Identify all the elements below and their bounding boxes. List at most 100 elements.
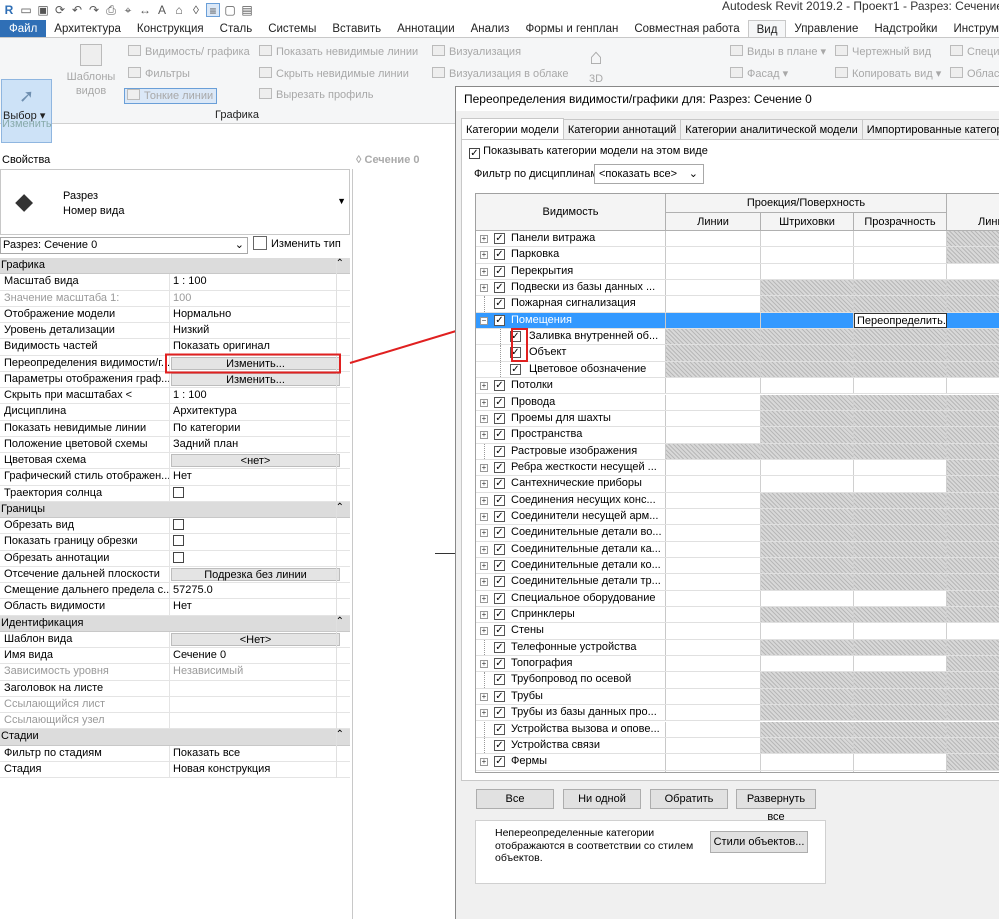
category-row[interactable]: + ✓ Пространства [476, 427, 999, 444]
render-cloud-button[interactable]: Визуализация в облаке [432, 67, 569, 81]
expand-icon[interactable]: + [480, 562, 488, 570]
section-icon[interactable]: ◊ [189, 3, 203, 17]
visibility-checkbox[interactable]: ✓ [494, 233, 505, 244]
expand-icon[interactable]: + [480, 709, 488, 718]
override-cell[interactable] [854, 459, 947, 476]
category-row[interactable]: + ✓ Ребра жесткости несущей ... [476, 459, 999, 477]
override-cell[interactable] [854, 476, 947, 492]
visibility-checkbox[interactable]: ✓ [494, 429, 505, 441]
visibility-checkbox[interactable]: ✓ [494, 510, 505, 522]
override-cell[interactable] [666, 263, 761, 280]
show-hidden-lines-button[interactable]: Показать невидимые линии [259, 45, 418, 59]
category-row[interactable]: + ✓ Соединения несущих конс... [476, 492, 999, 509]
prop-value[interactable]: Подрезка без линии [170, 567, 350, 582]
prop-group-0[interactable]: Графика ⌃ [0, 258, 350, 275]
override-cell[interactable] [666, 541, 761, 557]
visibility-checkbox[interactable]: ✓ [494, 609, 505, 621]
visibility-checkbox[interactable]: ✓ [494, 412, 505, 424]
override-cell[interactable] [761, 247, 854, 263]
prop-value[interactable]: Нет [170, 599, 350, 614]
override-cell[interactable] [666, 280, 761, 296]
drawing-area[interactable] [352, 169, 455, 919]
prop-group-1[interactable]: Границы ⌃ [0, 501, 350, 518]
dialog-tab-3[interactable]: Импортированные категории [861, 119, 999, 140]
render-button[interactable]: Визуализация [432, 45, 521, 59]
visibility-checkbox[interactable]: ✓ [494, 314, 505, 326]
override-cell[interactable] [761, 231, 854, 247]
prop-value-button[interactable]: <нет> [171, 454, 340, 467]
visibility-checkbox[interactable]: ✓ [494, 560, 505, 571]
category-row[interactable]: ✓ Цветовое обозначение [476, 361, 999, 379]
visibility-checkbox[interactable]: ✓ [494, 576, 505, 588]
visibility-checkbox[interactable]: ✓ [494, 690, 505, 702]
object-styles-button[interactable]: Стили объектов... [710, 831, 808, 853]
category-row[interactable]: + ✓ Трубы [476, 688, 999, 706]
col-hatch[interactable]: Штриховки [761, 213, 854, 231]
prop-value[interactable]: Показать все [170, 746, 350, 761]
override-cell[interactable] [666, 427, 761, 443]
visibility-checkbox[interactable]: ✓ [494, 674, 505, 686]
prop-value-button[interactable]: Изменить... [171, 372, 340, 386]
thin-lines-button[interactable]: Тонкие линии [124, 88, 218, 104]
expand-icon[interactable]: + [480, 267, 488, 276]
expand-icon[interactable]: + [480, 660, 488, 669]
expand-all-button[interactable]: Развернуть все [736, 789, 816, 823]
category-row[interactable]: +✓Фермы [476, 770, 999, 772]
category-row[interactable]: + ✓ Парковка [476, 247, 999, 264]
override-cell[interactable] [854, 754, 947, 770]
category-row[interactable]: + ✓ Соединительные детали во... [476, 525, 999, 542]
category-row[interactable]: − ✓ Помещения Переопределить... [476, 312, 999, 330]
override-cell[interactable] [666, 623, 761, 639]
visibility-checkbox[interactable]: ✓ [494, 592, 505, 604]
override-cell[interactable] [666, 705, 761, 721]
view-templates-button[interactable]: Шаблоны видов [60, 44, 122, 98]
prop-value[interactable]: Задний план [170, 437, 350, 452]
override-cell[interactable] [854, 231, 947, 247]
override-cell[interactable] [854, 378, 947, 394]
override-cell[interactable] [666, 394, 761, 410]
expand-icon[interactable]: + [480, 382, 488, 391]
prop-value[interactable]: Нет [170, 469, 350, 484]
override-cell[interactable] [666, 574, 761, 590]
visibility-checkbox[interactable]: ✓ [494, 625, 505, 637]
category-row[interactable]: + ✓ Специальное оборудование [476, 590, 999, 608]
tab-13[interactable]: Инструменты [945, 20, 999, 37]
expand-icon[interactable]: + [480, 251, 488, 260]
col-lines-cut[interactable]: Лини [978, 213, 999, 231]
override-cell[interactable] [761, 378, 854, 394]
prop-checkbox[interactable] [173, 519, 184, 530]
category-row[interactable]: + ✓ Потолки [476, 378, 999, 395]
prop-value[interactable]: Нормально [170, 307, 350, 322]
category-row[interactable]: ✓ Трубопровод по осевой [476, 672, 999, 689]
category-row[interactable]: + ✓ Соединительные детали ка... [476, 541, 999, 558]
override-cell[interactable] [666, 607, 761, 623]
override-cell[interactable] [761, 476, 854, 492]
override-cell[interactable] [666, 737, 761, 754]
override-cell[interactable] [761, 754, 854, 770]
visibility-checkbox[interactable]: ✓ [494, 298, 505, 310]
override-cell[interactable] [666, 525, 761, 541]
prop-value[interactable]: 57275.0 [170, 583, 350, 598]
col-transparency[interactable]: Прозрачность [854, 213, 947, 231]
visibility-checkbox[interactable]: ✓ [494, 461, 505, 473]
visibility-checkbox[interactable]: ✓ [494, 249, 505, 261]
prop-value[interactable]: Изменить... [170, 372, 350, 387]
collapse-icon[interactable]: − [480, 316, 488, 325]
category-row[interactable]: + ✓ Провода [476, 394, 999, 411]
category-row[interactable]: + ✓ Подвески из базы данных ... [476, 280, 999, 297]
expand-icon[interactable]: + [480, 284, 488, 293]
switch-windows-icon[interactable]: ▤ [240, 3, 254, 17]
edit-type-button[interactable]: Изменить тип [253, 236, 341, 255]
category-row[interactable]: ✓ Заливка внутренней об... [476, 329, 999, 346]
properties-scrollbar[interactable] [336, 258, 350, 778]
prop-value-button[interactable]: <Нет> [171, 632, 340, 646]
tab-5[interactable]: Вставить [324, 20, 389, 37]
tab-2[interactable]: Конструкция [129, 20, 212, 37]
type-selector[interactable]: ⬥ Разрез Номер вида ▼ [0, 169, 350, 235]
prop-value[interactable]: Архитектура [170, 404, 350, 419]
view-tab[interactable]: ◊ Сечение 0 [352, 152, 454, 169]
override-cell[interactable] [761, 312, 854, 329]
visibility-checkbox[interactable]: ✓ [494, 282, 505, 294]
expand-icon[interactable]: + [480, 496, 488, 505]
col-lines[interactable]: Линии [666, 213, 761, 231]
